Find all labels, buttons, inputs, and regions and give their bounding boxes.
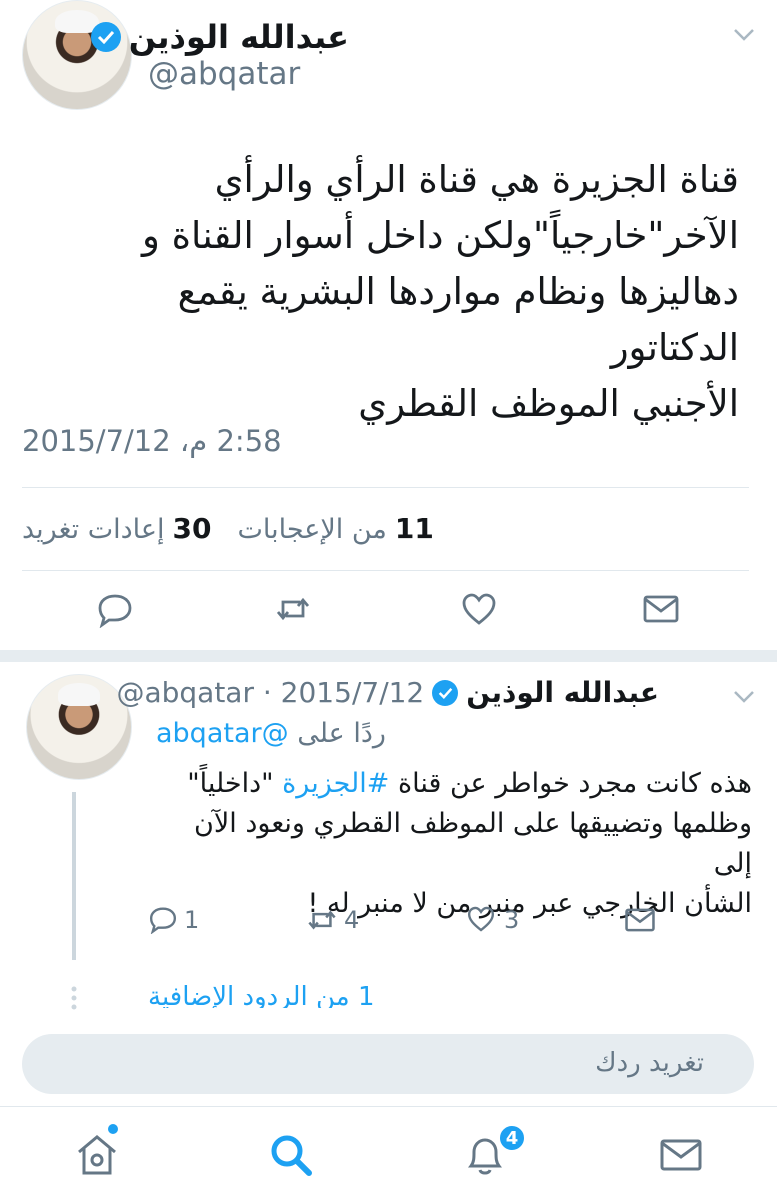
chevron-down-icon[interactable]	[733, 28, 755, 42]
divider	[22, 487, 749, 488]
likes-count[interactable]: 11	[395, 512, 434, 545]
reply-display-name[interactable]: عبدالله الوذين	[466, 676, 659, 709]
author-name-row: عبدالله الوذين	[90, 18, 349, 56]
reply-text-fragment: "داخلياً"	[187, 768, 283, 799]
direct-message-icon[interactable]	[624, 904, 656, 936]
retweets-count[interactable]: 30	[173, 512, 212, 545]
tweet-text: قناة الجزيرة هي قناة الرأي والرأي الآخر"…	[39, 152, 739, 432]
more-dots-icon	[71, 986, 77, 1010]
compose-placeholder: تغريد ردك	[595, 1048, 704, 1078]
retweet-icon[interactable]	[306, 904, 338, 936]
reply-header: عبدالله الوذين @abqatar · 2015/7/12	[116, 676, 659, 709]
reply-text-fragment: هذه كانت مجرد خواطر عن قناة	[389, 768, 752, 799]
direct-message-icon[interactable]	[642, 590, 680, 628]
tweet-timestamp: 2:58 م، 2015/7/12	[22, 424, 282, 458]
reply-text-line: وظلمها وتضييقها على الموظف القطري ونعود …	[194, 808, 752, 879]
retweet-icon[interactable]	[274, 590, 312, 628]
reply-text-line: هذه كانت مجرد خواطر عن قناة #الجزيرة "دا…	[152, 764, 752, 804]
like-icon[interactable]	[466, 904, 496, 934]
handle[interactable]: @abqatar	[148, 56, 300, 92]
display-name[interactable]: عبدالله الوذين	[129, 18, 349, 56]
retweets-label[interactable]: إعادات تغريد	[22, 514, 165, 545]
reply-icon[interactable]	[148, 904, 178, 934]
like-icon[interactable]	[460, 590, 498, 628]
tweet-text-line: دهاليزها ونظام مواردها البشرية يقمع الدك…	[177, 270, 739, 369]
replying-to-label: ردًا على	[297, 718, 386, 749]
tweet-text-line: قناة الجزيرة هي قناة الرأي والرأي	[214, 158, 739, 201]
more-replies-link[interactable]: 1 من الردود الإضافية	[148, 982, 375, 1008]
divider	[22, 570, 749, 571]
likes-label[interactable]: من الإعجابات	[237, 514, 386, 545]
tweet-stats: 11 من الإعجابات 30 إعادات تغريد	[22, 512, 434, 545]
chevron-down-icon[interactable]	[733, 690, 755, 704]
hashtag-link[interactable]: #الجزيرة	[282, 768, 389, 799]
reply-icon[interactable]	[96, 590, 134, 628]
search-icon[interactable]	[268, 1132, 314, 1178]
replying-to: ردًا على @abqatar	[156, 718, 386, 749]
reply-handle-date[interactable]: @abqatar · 2015/7/12	[116, 676, 424, 709]
reply-actions: 1 4 3	[0, 904, 777, 938]
tweet-actions	[0, 590, 777, 634]
home-unread-dot	[108, 1124, 118, 1134]
main-tweet: عبدالله الوذين @abqatar قناة الجزيرة هي …	[0, 0, 777, 650]
verified-icon	[432, 679, 459, 706]
section-separator	[0, 650, 777, 662]
reply-count: 1	[184, 906, 200, 934]
tweet-text-line: الآخر"خارجياً"ولكن داخل أسوار القناة و	[142, 214, 739, 257]
replying-to-handle[interactable]: @abqatar	[156, 718, 289, 749]
retweet-count: 4	[344, 906, 360, 934]
like-count: 3	[504, 906, 520, 934]
verified-icon	[90, 22, 121, 52]
reply-compose-field[interactable]: تغريد ردك	[22, 1034, 754, 1094]
messages-icon[interactable]	[658, 1132, 704, 1178]
notifications-badge: 4	[498, 1124, 526, 1152]
reply-text: هذه كانت مجرد خواطر عن قناة #الجزيرة "دا…	[152, 764, 752, 924]
home-icon[interactable]	[74, 1132, 120, 1178]
